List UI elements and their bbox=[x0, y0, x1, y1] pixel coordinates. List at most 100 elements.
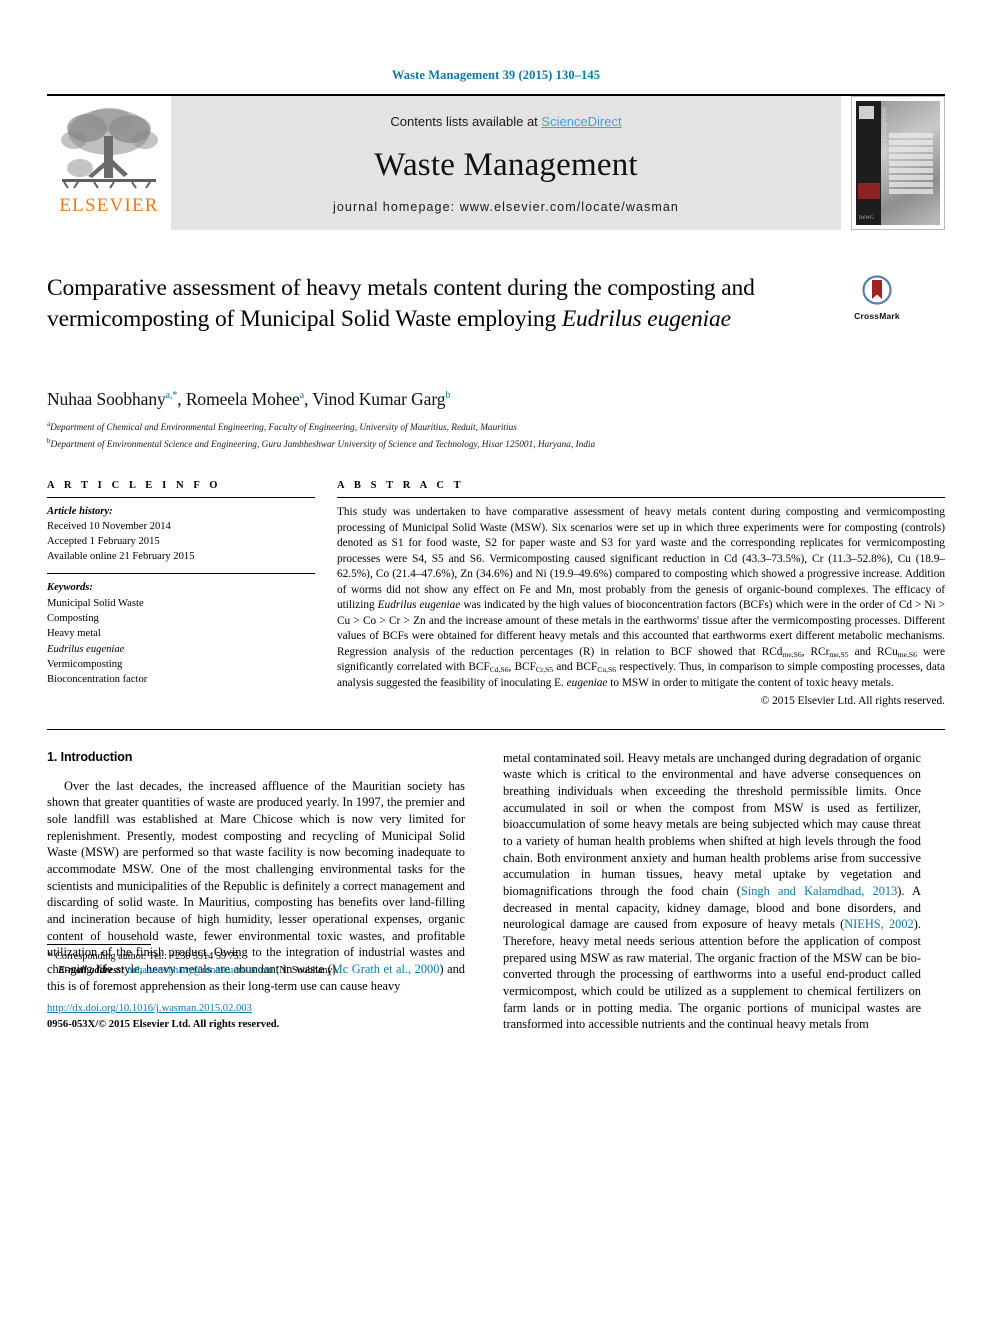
keyword-item: Composting bbox=[47, 612, 99, 624]
keywords-label: Keywords: bbox=[47, 582, 93, 594]
sciencedirect-link[interactable]: ScienceDirect bbox=[541, 114, 621, 129]
crossmark-icon bbox=[862, 275, 892, 305]
cover-bar bbox=[888, 188, 933, 194]
cover-bar bbox=[888, 153, 933, 159]
keyword-item: Municipal Solid Waste bbox=[47, 597, 144, 609]
keyword-item: Heavy metal bbox=[47, 628, 101, 640]
abstract-seg: This study was undertaken to have compar… bbox=[337, 506, 945, 612]
cover-spine: Waste Management IWWG bbox=[856, 101, 888, 225]
journal-masthead: ELSEVIER Contents lists available at Sci… bbox=[47, 94, 945, 230]
corresponding-author-note: * Corresponding author. Tel.: +230 5914 5… bbox=[47, 950, 465, 980]
cover-red-block bbox=[858, 183, 880, 199]
abstract-seg: , BCF bbox=[508, 661, 536, 674]
history-accepted: Accepted 1 February 2015 bbox=[47, 536, 160, 548]
email-link[interactable]: nuhaa.soobhany@umail.uom.ac.mu bbox=[127, 965, 273, 976]
cover-image bbox=[881, 101, 940, 225]
journal-title: Waste Management bbox=[374, 147, 638, 183]
cover-bar bbox=[888, 167, 933, 173]
doi-block: http://dx.doi.org/10.1016/j.wasman.2015.… bbox=[47, 1001, 465, 1033]
page-title: Comparative assessment of heavy metals c… bbox=[47, 273, 807, 335]
intro-right-seg: metal contaminated soil. Heavy metals ar… bbox=[503, 750, 921, 898]
cover-footer-mark: IWWG bbox=[859, 216, 874, 221]
affiliation-a-text: Department of Chemical and Environmental… bbox=[50, 423, 517, 434]
cover-bar bbox=[888, 181, 933, 187]
abstract-text: This study was undertaken to have compar… bbox=[337, 505, 945, 691]
issn-line: 0956-053X/© 2015 Elsevier Ltd. All right… bbox=[47, 1017, 465, 1033]
keywords-block: Keywords: Municipal Solid Waste Composti… bbox=[47, 580, 315, 688]
elsevier-wordmark: ELSEVIER bbox=[59, 195, 159, 216]
abstract-sub: Cd,S6 bbox=[489, 665, 509, 675]
history-received: Received 10 November 2014 bbox=[47, 521, 171, 533]
title-block: Comparative assessment of heavy metals c… bbox=[47, 273, 945, 367]
abstract-seg: and RCu bbox=[848, 645, 898, 658]
intro-right-seg: ). Therefore, heavy metal needs serious … bbox=[503, 917, 921, 1032]
citation-link[interactable]: Singh and Kalamdhad, 2013 bbox=[741, 884, 897, 898]
cover-logo-box bbox=[859, 106, 874, 119]
section-heading-introduction: 1. Introduction bbox=[47, 749, 133, 764]
history-online: Available online 21 February 2015 bbox=[47, 551, 195, 563]
issn-rights: © 2015 Elsevier Ltd. All rights reserved… bbox=[98, 1019, 280, 1031]
email-label: E-mail address: bbox=[58, 965, 125, 977]
info-abstract-region: A R T I C L E I N F O Article history: R… bbox=[47, 480, 945, 707]
elsevier-tree-icon bbox=[61, 108, 158, 189]
crossmark-label: CrossMark bbox=[854, 311, 900, 321]
divider bbox=[47, 497, 315, 499]
corresponding-line: * Corresponding author. Tel.: +230 5914 5… bbox=[47, 950, 465, 965]
cover-bar bbox=[888, 139, 933, 145]
paper-page: Waste Management 39 (2015) 130–145 ELSEV… bbox=[0, 0, 992, 1323]
masthead-center: Contents lists available at ScienceDirec… bbox=[171, 96, 841, 230]
keyword-item: Bioconcentration factor bbox=[47, 674, 148, 686]
cover-bar bbox=[888, 146, 933, 152]
elsevier-logo: ELSEVIER bbox=[47, 96, 171, 230]
doi-link[interactable]: http://dx.doi.org/10.1016/j.wasman.2015.… bbox=[47, 1003, 252, 1014]
abstract-sub: Cu,S6 bbox=[597, 665, 617, 675]
abstract-column: A B S T R A C T This study was undertake… bbox=[337, 480, 945, 707]
affiliation-a: aDepartment of Chemical and Environmenta… bbox=[47, 419, 945, 436]
abstract-sub: me,S6 bbox=[897, 649, 917, 659]
author-affil-marker: b bbox=[445, 390, 451, 402]
body-column-left: 1. Introduction Over the last decades, t… bbox=[47, 750, 465, 1033]
cover-bar bbox=[888, 174, 933, 180]
article-info-column: A R T I C L E I N F O Article history: R… bbox=[47, 480, 315, 706]
divider bbox=[47, 573, 315, 575]
body-column-right: metal contaminated soil. Heavy metals ar… bbox=[503, 750, 921, 1033]
abstract-species-1: Eudrilus eugeniae bbox=[377, 599, 461, 612]
running-head: Waste Management 39 (2015) 130–145 bbox=[391, 68, 601, 82]
footnote-area: * Corresponding author. Tel.: +230 5914 5… bbox=[47, 943, 465, 1033]
abstract-sub: me,S5 bbox=[829, 649, 849, 659]
email-suffix: (N. Soobhany). bbox=[275, 965, 339, 977]
journal-homepage[interactable]: journal homepage: www.elsevier.com/locat… bbox=[333, 200, 679, 214]
contents-prefix: Contents lists available at bbox=[390, 114, 542, 129]
body-columns: 1. Introduction Over the last decades, t… bbox=[47, 750, 945, 1033]
author-affil-marker: a,* bbox=[165, 390, 178, 402]
article-info-heading: A R T I C L E I N F O bbox=[47, 480, 222, 492]
citation-link[interactable]: NIEHS, 2002 bbox=[844, 917, 914, 931]
keyword-item: Vermicomposting bbox=[47, 659, 123, 671]
cover-bar bbox=[888, 132, 933, 138]
cover-bar bbox=[888, 160, 933, 166]
contents-available-line: Contents lists available at ScienceDirec… bbox=[390, 114, 621, 129]
title-species: Eudrilus eugeniae bbox=[561, 305, 731, 332]
cover-vertical-title: Waste Management bbox=[880, 106, 888, 160]
abstract-seg: , RCr bbox=[801, 645, 830, 658]
abstract-sub: Cr,S5 bbox=[535, 665, 554, 675]
crossmark-badge[interactable]: CrossMark bbox=[831, 275, 923, 321]
author-affil-marker: a bbox=[299, 390, 305, 402]
divider bbox=[47, 728, 945, 730]
author-list: Nuhaa Soobhanya,*, Romeela Moheea, Vinod… bbox=[47, 389, 451, 409]
corresponding-text: Corresponding author. Tel.: +230 5914 59… bbox=[55, 950, 242, 962]
footnote-rule bbox=[47, 943, 151, 945]
journal-cover-thumbnail: Waste Management IWWG bbox=[851, 96, 945, 230]
article-history: Article history: Received 10 November 20… bbox=[47, 504, 315, 573]
abstract-sub: me,S6 bbox=[782, 649, 802, 659]
issn-number: 0956-053X/ bbox=[47, 1019, 99, 1031]
footnote-star: * bbox=[47, 950, 53, 962]
abstract-seg: to MSW in order to mitigate the content … bbox=[607, 676, 894, 689]
abstract-seg: and BCF bbox=[553, 661, 598, 674]
abstract-copyright: © 2015 Elsevier Ltd. All rights reserved… bbox=[760, 694, 945, 707]
keyword-item: Eudrilus eugeniae bbox=[47, 643, 125, 655]
divider bbox=[337, 497, 945, 499]
abstract-heading: A B S T R A C T bbox=[337, 480, 465, 492]
abstract-species-2: eugeniae bbox=[566, 676, 608, 689]
affiliation-b-text: Department of Environmental Science and … bbox=[50, 439, 596, 450]
